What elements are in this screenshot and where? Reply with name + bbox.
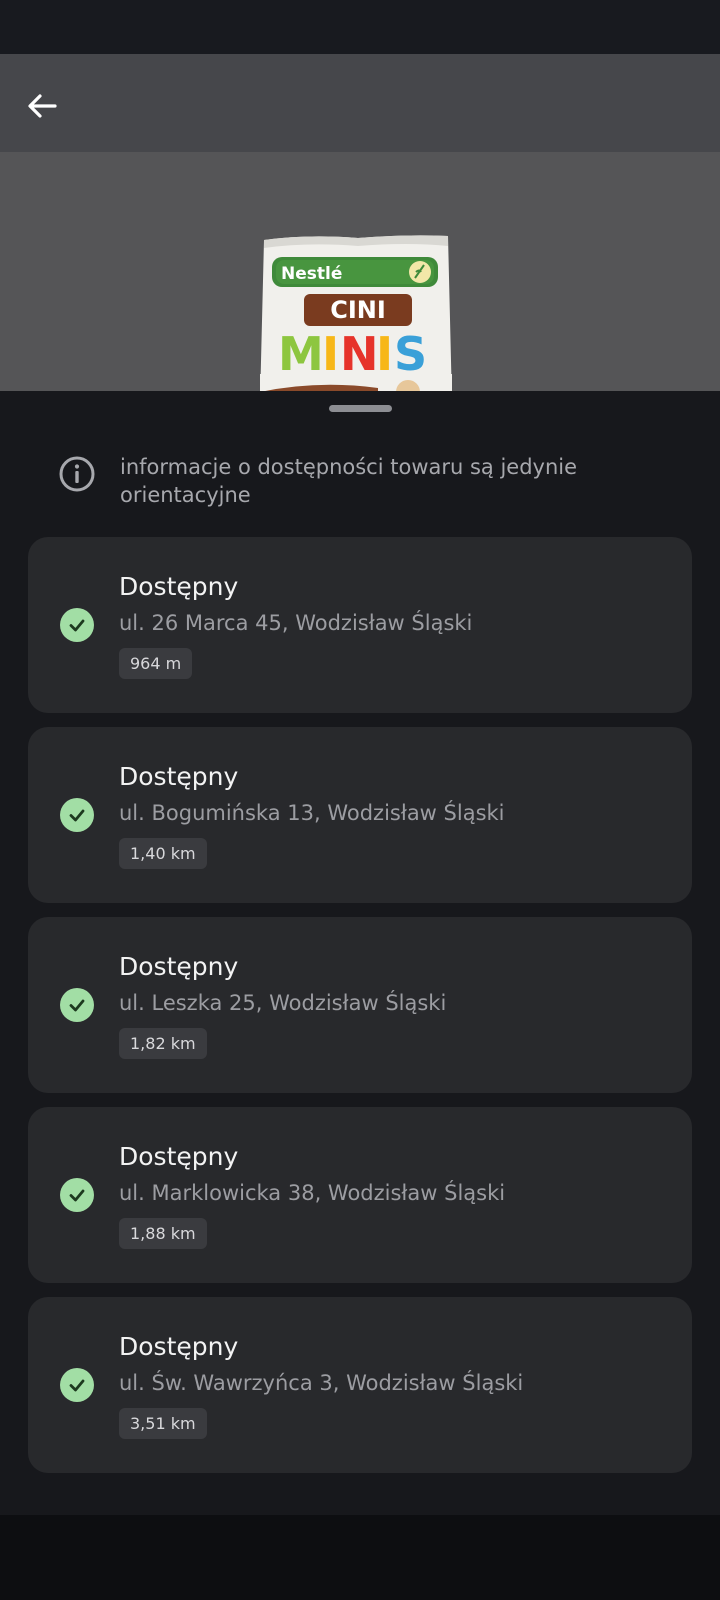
- svg-text:CINI: CINI: [330, 296, 386, 324]
- store-status: Dostępny: [119, 1332, 239, 1361]
- store-card[interactable]: Dostępny ul. Św. Wawrzyńca 3, Wodzisław …: [28, 1297, 692, 1473]
- svg-text:N: N: [340, 327, 379, 381]
- store-list: Dostępny ul. 26 Marca 45, Wodzisław Śląs…: [28, 537, 692, 1487]
- distance-badge: 964 m: [119, 648, 193, 679]
- check-circle-icon: [60, 608, 94, 642]
- svg-text:M: M: [278, 327, 324, 381]
- store-card[interactable]: Dostępny ul. Leszka 25, Wodzisław Śląski…: [28, 917, 692, 1093]
- store-status: Dostępny: [119, 762, 239, 791]
- store-address: ul. Leszka 25, Wodzisław Śląski: [119, 991, 447, 1015]
- product-image: Nestlé CINI M I N I S: [260, 235, 452, 392]
- store-address: ul. Marklowicka 38, Wodzisław Śląski: [119, 1181, 506, 1205]
- distance-badge: 1,82 km: [119, 1028, 207, 1059]
- store-card[interactable]: Dostępny ul. Marklowicka 38, Wodzisław Ś…: [28, 1107, 692, 1283]
- store-status: Dostępny: [119, 1142, 239, 1171]
- store-status: Dostępny: [119, 572, 239, 601]
- check-circle-icon: [60, 1178, 94, 1212]
- top-app-bar: [0, 54, 720, 152]
- availability-sheet: informacje o dostępności towaru są jedyn…: [0, 391, 720, 1515]
- check-circle-icon: [60, 798, 94, 832]
- store-status: Dostępny: [119, 952, 239, 981]
- store-card[interactable]: Dostępny ul. Bogumińska 13, Wodzisław Śl…: [28, 727, 692, 903]
- svg-text:Nestlé: Nestlé: [281, 264, 342, 284]
- drag-handle[interactable]: [329, 405, 392, 412]
- info-icon: [59, 456, 95, 492]
- store-address: ul. 26 Marca 45, Wodzisław Śląski: [119, 611, 473, 635]
- distance-badge: 1,40 km: [119, 838, 207, 869]
- availability-notice: informacje o dostępności towaru są jedyn…: [58, 453, 678, 509]
- notice-text: informacje o dostępności towaru są jedyn…: [120, 455, 578, 507]
- system-navigation-bar: [0, 1515, 720, 1600]
- check-circle-icon: [60, 988, 94, 1022]
- back-button[interactable]: [18, 82, 66, 130]
- store-address: ul. Św. Wawrzyńca 3, Wodzisław Śląski: [119, 1371, 524, 1395]
- check-circle-icon: [60, 1368, 94, 1402]
- distance-badge: 3,51 km: [119, 1408, 207, 1439]
- distance-badge: 1,88 km: [119, 1218, 207, 1249]
- arrow-left-icon: [28, 94, 57, 118]
- svg-text:I: I: [322, 327, 339, 381]
- store-address: ul. Bogumińska 13, Wodzisław Śląski: [119, 801, 505, 825]
- svg-text:S: S: [394, 327, 427, 381]
- store-card[interactable]: Dostępny ul. 26 Marca 45, Wodzisław Śląs…: [28, 537, 692, 713]
- svg-text:I: I: [376, 327, 393, 381]
- status-bar: [0, 0, 720, 54]
- product-image-area: Nestlé CINI M I N I S: [0, 152, 720, 392]
